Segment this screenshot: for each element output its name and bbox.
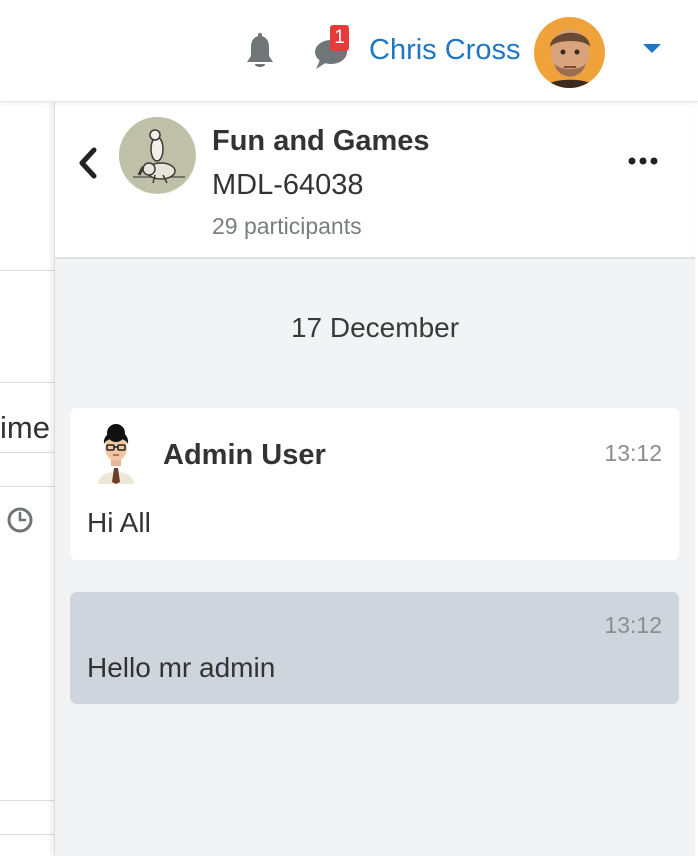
sender-avatar (94, 424, 138, 484)
message-received: Admin User 13:12 Hi All (70, 408, 679, 560)
table-header-fragment: ime (0, 410, 50, 445)
message-text: Hello mr admin (87, 652, 276, 683)
background-page: ime (0, 102, 56, 856)
ellipsis-icon[interactable] (628, 154, 658, 168)
user-menu-name[interactable]: Chris Cross (369, 30, 520, 70)
divider (0, 800, 56, 801)
conversation-subtitle: MDL-64038 (212, 169, 364, 201)
day-separator: 17 December (290, 312, 460, 343)
divider (0, 452, 56, 453)
divider (0, 834, 56, 835)
caret-down-icon[interactable] (641, 41, 663, 55)
conversation-avatar (119, 117, 196, 194)
message-count-badge: 1 (330, 25, 349, 51)
bell-icon[interactable] (243, 32, 277, 72)
message-time: 13:12 (604, 612, 662, 638)
clock-icon (6, 506, 34, 534)
conversation-header: Fun and Games MDL-64038 29 participants (55, 102, 695, 259)
sender-name[interactable]: Admin User (163, 436, 326, 474)
message-drawer: Fun and Games MDL-64038 29 participants … (54, 102, 695, 856)
top-navbar: 1 Chris Cross (0, 0, 698, 102)
message-time: 13:12 (604, 440, 662, 466)
participant-count: 29 participants (212, 213, 362, 239)
divider (0, 486, 56, 487)
divider (0, 270, 56, 271)
message-text: Hi All (87, 507, 151, 538)
user-avatar[interactable] (534, 17, 605, 88)
divider (0, 382, 56, 383)
message-sent[interactable]: 13:12 Hello mr admin (70, 592, 679, 704)
chevron-left-icon[interactable] (75, 146, 101, 180)
conversation-title[interactable]: Fun and Games (212, 122, 430, 160)
